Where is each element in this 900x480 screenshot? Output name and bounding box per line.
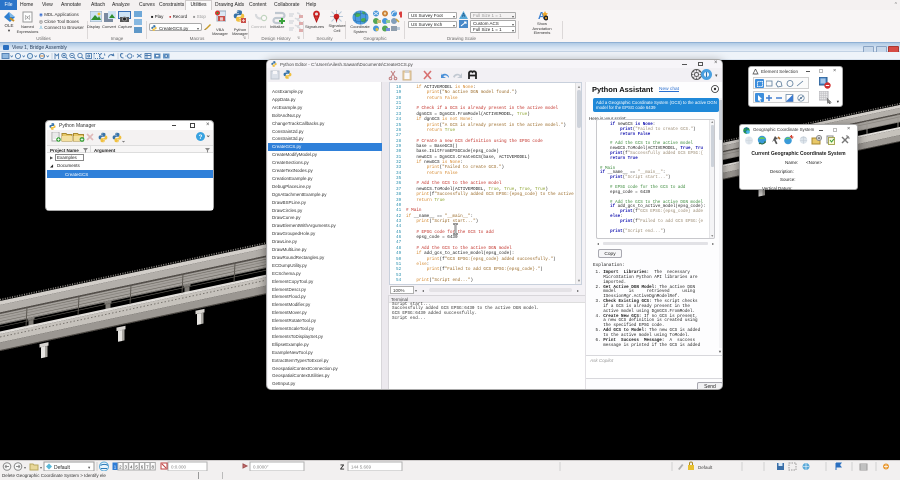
svg-text:Default: Default (698, 465, 713, 470)
svg-text:(x): (x) (25, 15, 31, 21)
svg-text:144 5.669: 144 5.669 (351, 465, 372, 470)
svg-text:0:0.000: 0:0.000 (171, 465, 187, 470)
svg-text:?: ? (199, 135, 203, 141)
svg-text:0.0000°: 0.0000° (253, 465, 269, 470)
svg-text:▦: ▦ (220, 16, 224, 21)
svg-text:▾: ▾ (40, 465, 42, 470)
svg-text:▾: ▾ (24, 465, 26, 470)
svg-text:▾: ▾ (715, 73, 718, 79)
